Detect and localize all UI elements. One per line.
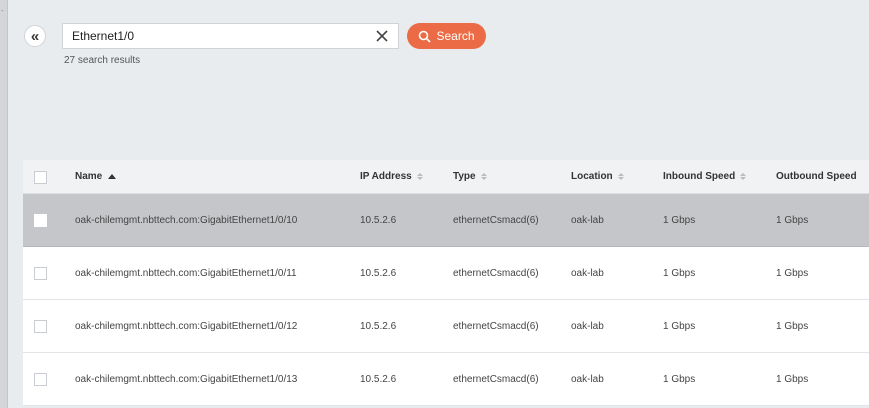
select-all-checkbox[interactable] [34, 171, 47, 184]
cell-inbound-speed: 1 Gbps [663, 320, 696, 332]
search-box [62, 23, 399, 49]
column-label: Type [453, 171, 476, 182]
sort-icon [480, 173, 487, 180]
cell-ip-address: 10.5.2.6 [360, 267, 397, 279]
collapse-panel-button[interactable]: « [24, 25, 46, 47]
left-panel-edge: - [0, 0, 8, 408]
column-label: Name [75, 171, 103, 182]
sort-icon [740, 173, 747, 180]
column-label: Outbound Speed [776, 171, 857, 182]
cell-inbound-speed: 1 Gbps [663, 373, 696, 385]
cell-name: oak-chilemgmt.nbttech.com:GigabitEtherne… [75, 320, 298, 332]
row-checkbox[interactable] [34, 320, 47, 333]
row-checkbox[interactable] [34, 267, 47, 280]
cell-name: oak-chilemgmt.nbttech.com:GigabitEtherne… [75, 214, 298, 226]
close-icon [376, 30, 388, 42]
column-header-location[interactable]: Location [571, 160, 624, 193]
column-label: IP Address [360, 171, 412, 182]
double-chevron-left-icon: « [30, 27, 40, 45]
search-button-label: Search [436, 29, 475, 43]
clear-search-button[interactable] [372, 26, 392, 46]
cell-type: ethernetCsmacd(6) [453, 373, 539, 385]
table-row[interactable]: oak-chilemgmt.nbttech.com:GigabitEtherne… [23, 247, 869, 300]
cell-ip-address: 10.5.2.6 [360, 214, 397, 226]
search-button[interactable]: Search [407, 23, 486, 49]
search-icon [419, 30, 432, 43]
table-row[interactable]: oak-chilemgmt.nbttech.com:GigabitEtherne… [23, 300, 869, 353]
table-row[interactable]: oak-chilemgmt.nbttech.com:GigabitEtherne… [23, 194, 869, 247]
search-results-count: 27 search results [64, 55, 141, 66]
column-header-ip-address[interactable]: IP Address [360, 160, 423, 193]
results-table: Name IP Address Type Location Inbound Sp… [23, 160, 869, 408]
cell-location: oak-lab [571, 373, 604, 385]
row-checkbox[interactable] [34, 373, 47, 386]
cell-outbound-speed: 1 Gbps [776, 373, 809, 385]
cell-type: ethernetCsmacd(6) [453, 320, 539, 332]
cell-outbound-speed: 1 Gbps [776, 267, 809, 279]
cell-name: oak-chilemgmt.nbttech.com:GigabitEtherne… [75, 267, 297, 279]
search-input[interactable] [63, 24, 372, 48]
sort-icon [617, 173, 624, 180]
drag-handle-icon: - [1, 6, 4, 15]
column-header-type[interactable]: Type [453, 160, 487, 193]
row-checkbox[interactable] [34, 214, 47, 227]
sort-ascending-icon [108, 174, 117, 179]
sort-icon [416, 173, 423, 180]
cell-outbound-speed: 1 Gbps [776, 214, 809, 226]
cell-location: oak-lab [571, 320, 604, 332]
cell-location: oak-lab [571, 267, 604, 279]
table-row[interactable]: oak-chilemgmt.nbttech.com:GigabitEtherne… [23, 353, 869, 406]
cell-type: ethernetCsmacd(6) [453, 214, 539, 226]
cell-inbound-speed: 1 Gbps [663, 214, 696, 226]
cell-ip-address: 10.5.2.6 [360, 320, 397, 332]
cell-location: oak-lab [571, 214, 604, 226]
cell-ip-address: 10.5.2.6 [360, 373, 397, 385]
column-header-inbound-speed[interactable]: Inbound Speed [663, 160, 747, 193]
cell-type: ethernetCsmacd(6) [453, 267, 539, 279]
cell-outbound-speed: 1 Gbps [776, 320, 809, 332]
table-header-row: Name IP Address Type Location Inbound Sp… [23, 160, 869, 194]
column-label: Location [571, 171, 613, 182]
column-header-outbound-speed[interactable]: Outbound Speed [776, 160, 857, 193]
cell-inbound-speed: 1 Gbps [663, 267, 696, 279]
cell-name: oak-chilemgmt.nbttech.com:GigabitEtherne… [75, 373, 298, 385]
column-label: Inbound Speed [663, 171, 736, 182]
column-header-name[interactable]: Name [75, 160, 117, 193]
